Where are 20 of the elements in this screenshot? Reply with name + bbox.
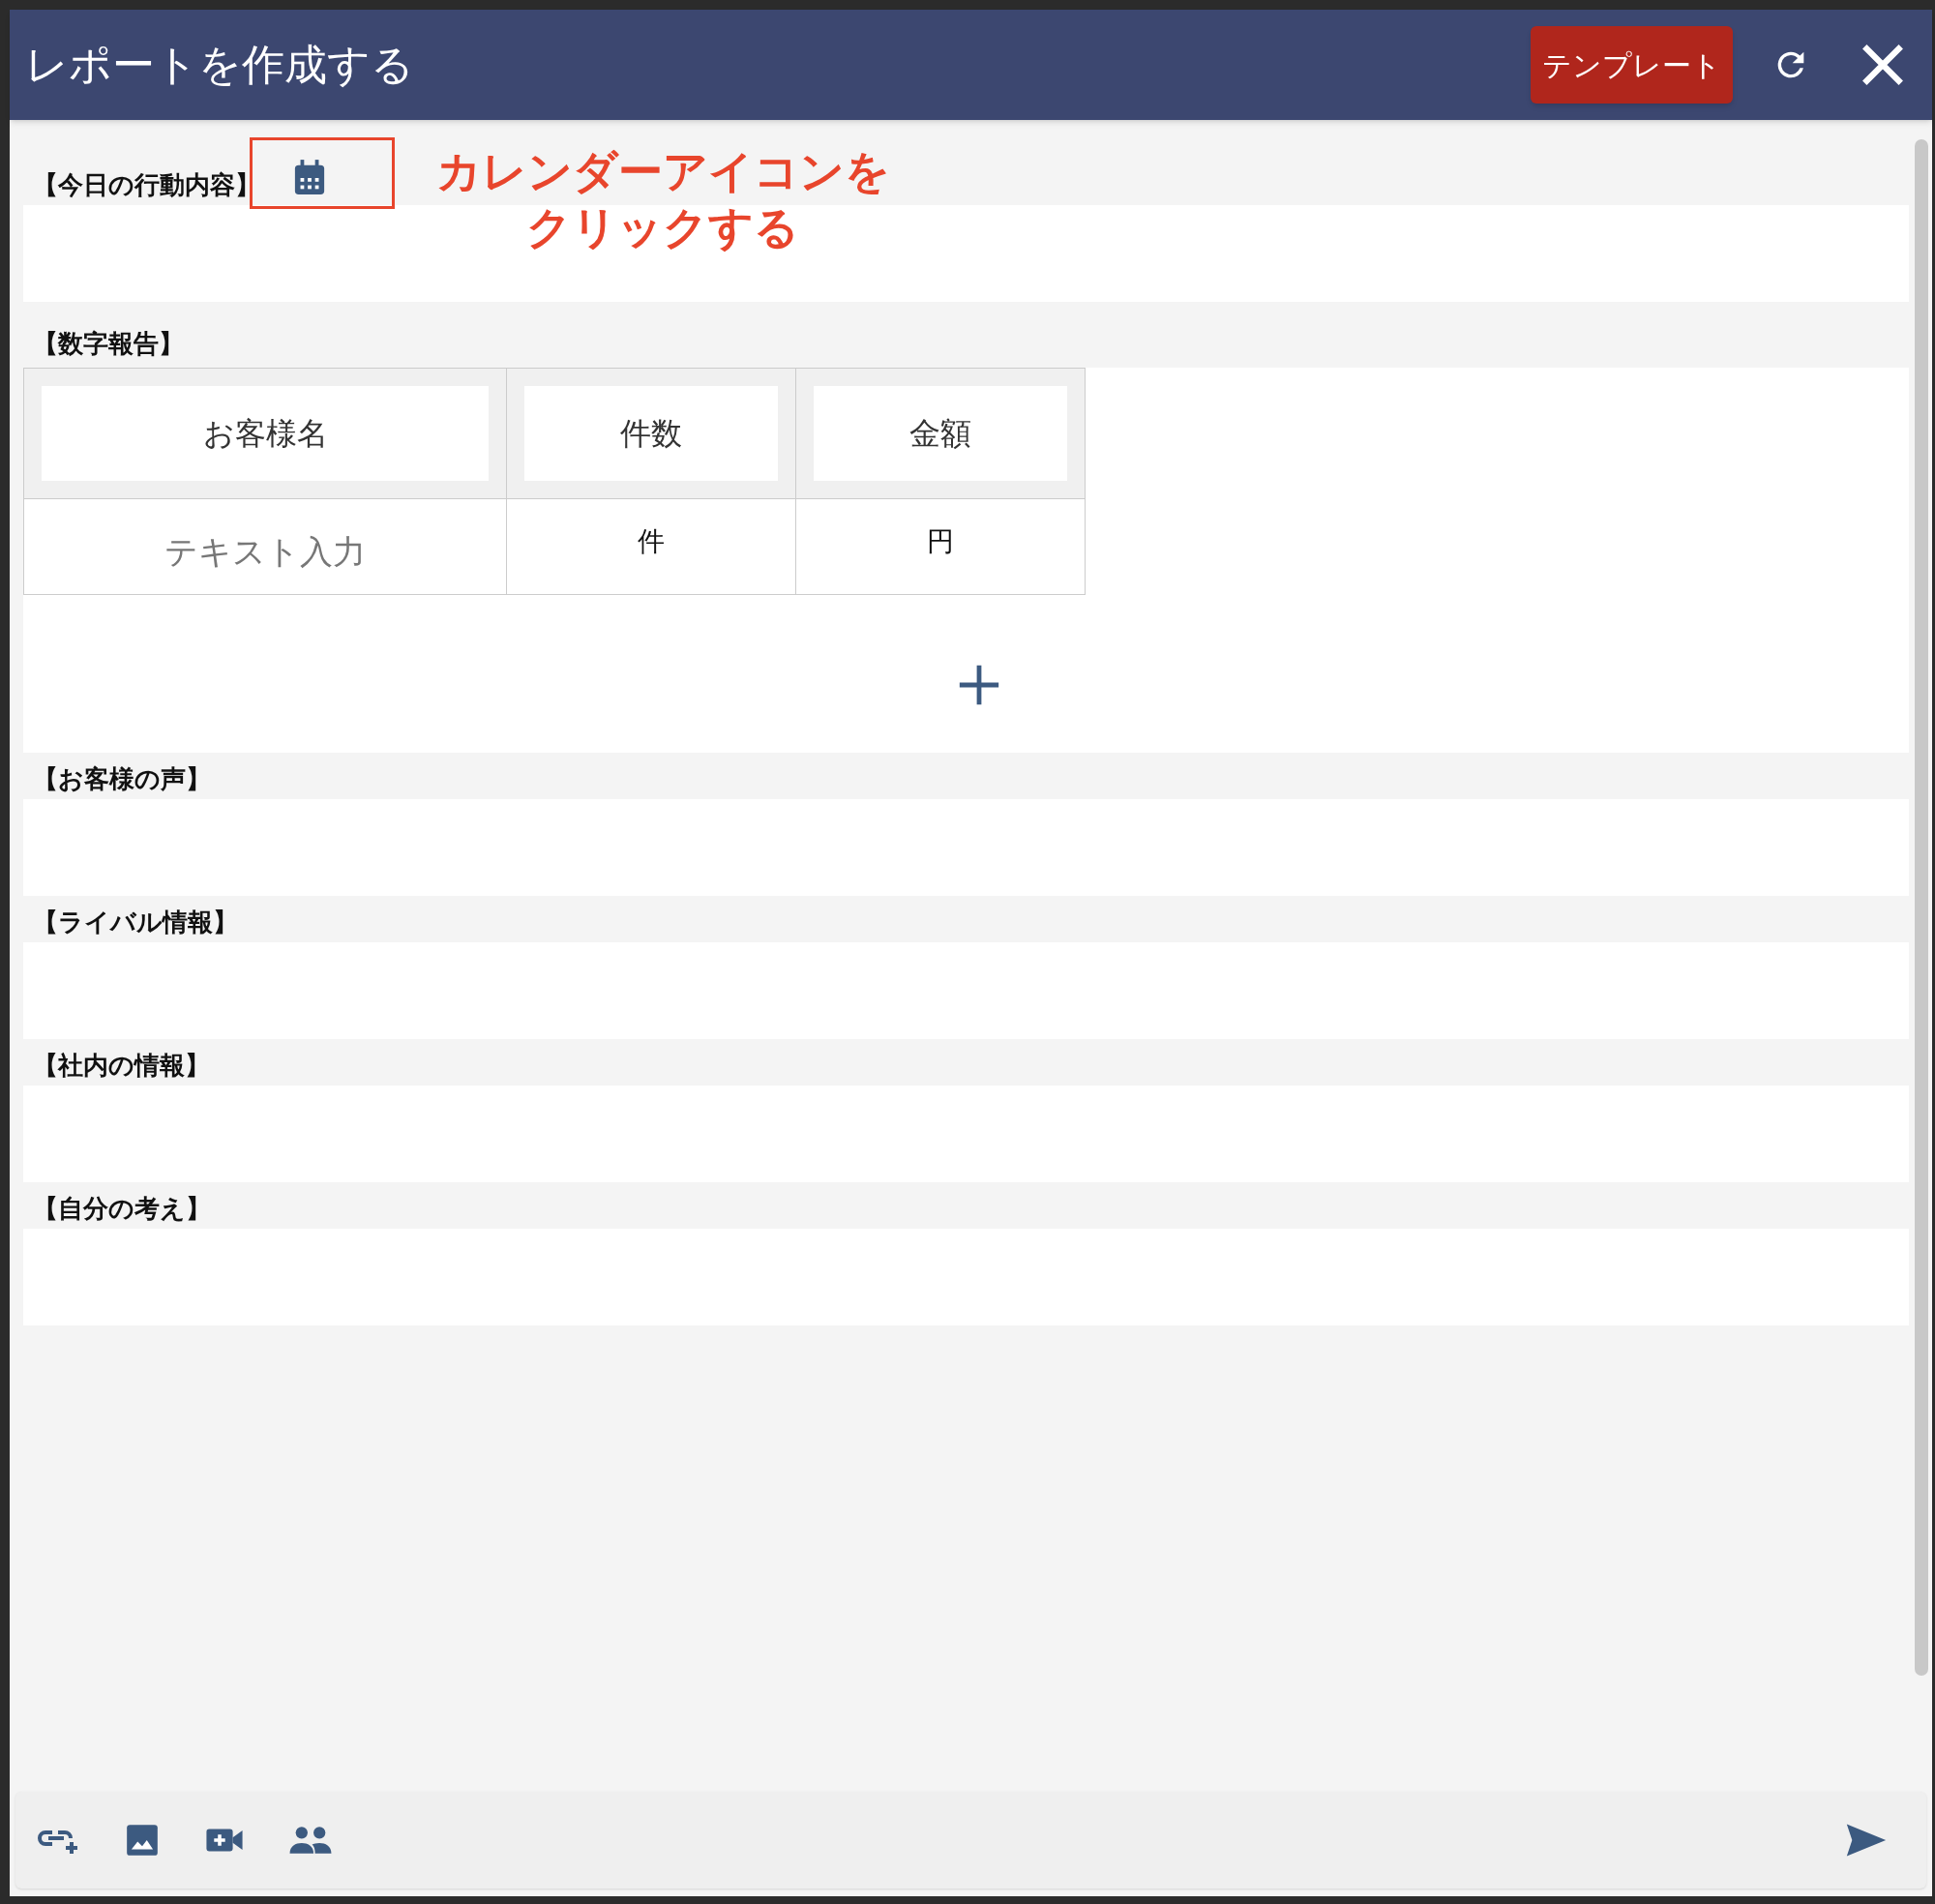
section-label: 【今日の行動内容】: [33, 168, 260, 201]
table-cell[interactable]: 円: [795, 498, 1086, 595]
column-header: 件数: [524, 386, 778, 481]
template-button[interactable]: テンプレート: [1531, 26, 1733, 104]
column-header: 金額: [814, 386, 1067, 481]
annotation-text: カレンダーアイコンを クリックする: [434, 144, 891, 255]
send-icon[interactable]: [1845, 1822, 1888, 1859]
section-label: 【お客様の声】: [33, 762, 211, 795]
section-label: 【ライバル情報】: [33, 906, 238, 938]
calendar-icon[interactable]: [293, 160, 326, 196]
window-title: レポートを作成する: [25, 39, 415, 91]
section-label: 【自分の考え】: [33, 1192, 211, 1225]
section-label: 【数字報告】: [33, 327, 184, 360]
people-icon[interactable]: [288, 1825, 333, 1856]
scrollbar[interactable]: [1915, 139, 1928, 1676]
image-icon[interactable]: [124, 1822, 161, 1859]
text-input[interactable]: テキスト入力: [23, 498, 507, 595]
add-icon[interactable]: [958, 663, 1000, 706]
section-label: 【社内の情報】: [33, 1049, 210, 1082]
column-header: お客様名: [42, 386, 489, 481]
